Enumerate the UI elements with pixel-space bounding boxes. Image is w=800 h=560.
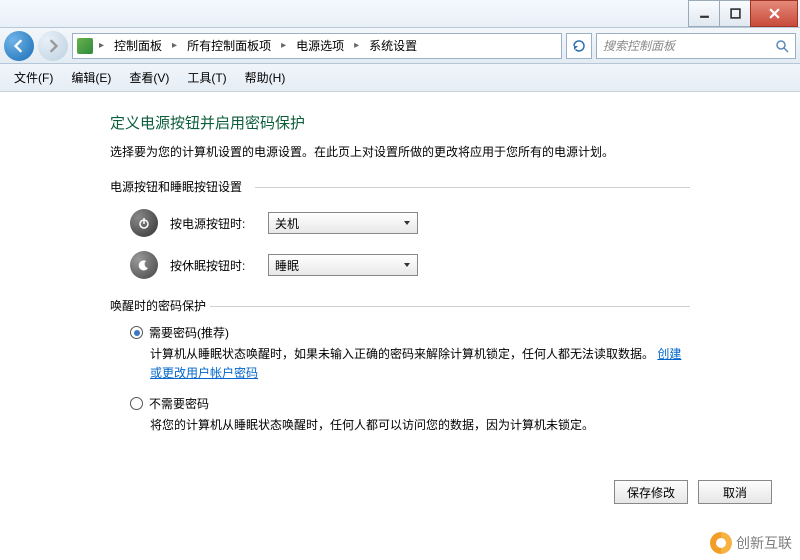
breadcrumb-item[interactable]: 控制面板 <box>110 35 166 56</box>
save-button[interactable]: 保存修改 <box>614 480 688 504</box>
radio-label: 不需要密码 <box>149 395 209 412</box>
maximize-button[interactable] <box>719 0 751 27</box>
footer-buttons: 保存修改 取消 <box>614 480 772 504</box>
power-button-label: 按电源按钮时: <box>170 215 256 232</box>
page-title: 定义电源按钮并启用密码保护 <box>110 112 690 133</box>
sleep-icon <box>130 251 158 279</box>
arrow-right-icon <box>46 39 60 53</box>
menu-view[interactable]: 查看(V) <box>121 65 177 90</box>
dropdown-value: 关机 <box>275 215 299 232</box>
menu-tools[interactable]: 工具(T) <box>179 65 234 90</box>
refresh-button[interactable] <box>566 33 592 59</box>
watermark-logo-icon <box>710 532 732 554</box>
chevron-right-icon: ▸ <box>279 40 288 51</box>
close-button[interactable] <box>750 0 798 27</box>
radio-icon <box>130 326 143 339</box>
menu-edit[interactable]: 编辑(E) <box>63 65 119 90</box>
navigation-bar: ▸ 控制面板 ▸ 所有控制面板项 ▸ 电源选项 ▸ 系统设置 搜索控制面板 <box>0 28 800 64</box>
watermark: 创新互联 <box>710 532 792 554</box>
menu-bar: 文件(F) 编辑(E) 查看(V) 工具(T) 帮助(H) <box>0 64 800 92</box>
refresh-icon <box>572 39 586 53</box>
maximize-icon <box>730 8 741 19</box>
radio-require-password[interactable]: 需要密码(推荐) <box>130 324 690 341</box>
chevron-right-icon: ▸ <box>170 40 179 51</box>
arrow-left-icon <box>12 39 26 53</box>
search-icon <box>775 39 789 53</box>
breadcrumb-item[interactable]: 系统设置 <box>365 35 421 56</box>
search-input[interactable]: 搜索控制面板 <box>596 33 796 59</box>
forward-button[interactable] <box>38 31 68 61</box>
chevron-right-icon: ▸ <box>97 40 106 51</box>
search-placeholder: 搜索控制面板 <box>603 37 775 54</box>
sleep-button-dropdown[interactable]: 睡眠 <box>268 254 418 276</box>
dropdown-value: 睡眠 <box>275 257 299 274</box>
radio-icon <box>130 397 143 410</box>
address-bar[interactable]: ▸ 控制面板 ▸ 所有控制面板项 ▸ 电源选项 ▸ 系统设置 <box>72 33 562 59</box>
group-button-settings-label: 电源按钮和睡眠按钮设置 <box>110 178 690 195</box>
radio-no-password-desc: 将您的计算机从睡眠状态唤醒时，任何人都可以访问您的数据，因为计算机未锁定。 <box>150 416 690 435</box>
power-button-row: 按电源按钮时: 关机 <box>130 209 690 237</box>
back-button[interactable] <box>4 31 34 61</box>
menu-file[interactable]: 文件(F) <box>6 65 61 90</box>
watermark-text: 创新互联 <box>736 533 792 553</box>
close-icon <box>769 8 780 19</box>
chevron-right-icon: ▸ <box>352 40 361 51</box>
chevron-down-icon <box>403 219 411 227</box>
radio-no-password[interactable]: 不需要密码 <box>130 395 690 412</box>
chevron-down-icon <box>403 261 411 269</box>
window-titlebar <box>0 0 800 28</box>
power-icon <box>130 209 158 237</box>
power-button-dropdown[interactable]: 关机 <box>268 212 418 234</box>
sleep-button-label: 按休眠按钮时: <box>170 257 256 274</box>
breadcrumb-item[interactable]: 所有控制面板项 <box>183 35 275 56</box>
group-password-label: 唤醒时的密码保护 <box>110 297 690 314</box>
page-description: 选择要为您的计算机设置的电源设置。在此页上对设置所做的更改将应用于您所有的电源计… <box>110 143 690 160</box>
control-panel-icon <box>77 38 93 54</box>
radio-label: 需要密码(推荐) <box>149 324 229 341</box>
radio-require-password-desc: 计算机从睡眠状态唤醒时，如果未输入正确的密码来解除计算机锁定，任何人都无法读取数… <box>150 345 690 383</box>
cancel-button[interactable]: 取消 <box>698 480 772 504</box>
breadcrumb-item[interactable]: 电源选项 <box>292 35 348 56</box>
minimize-button[interactable] <box>688 0 720 27</box>
content-area: 定义电源按钮并启用密码保护 选择要为您的计算机设置的电源设置。在此页上对设置所做… <box>0 92 800 468</box>
sleep-button-row: 按休眠按钮时: 睡眠 <box>130 251 690 279</box>
menu-help[interactable]: 帮助(H) <box>237 65 294 90</box>
minimize-icon <box>699 8 710 19</box>
